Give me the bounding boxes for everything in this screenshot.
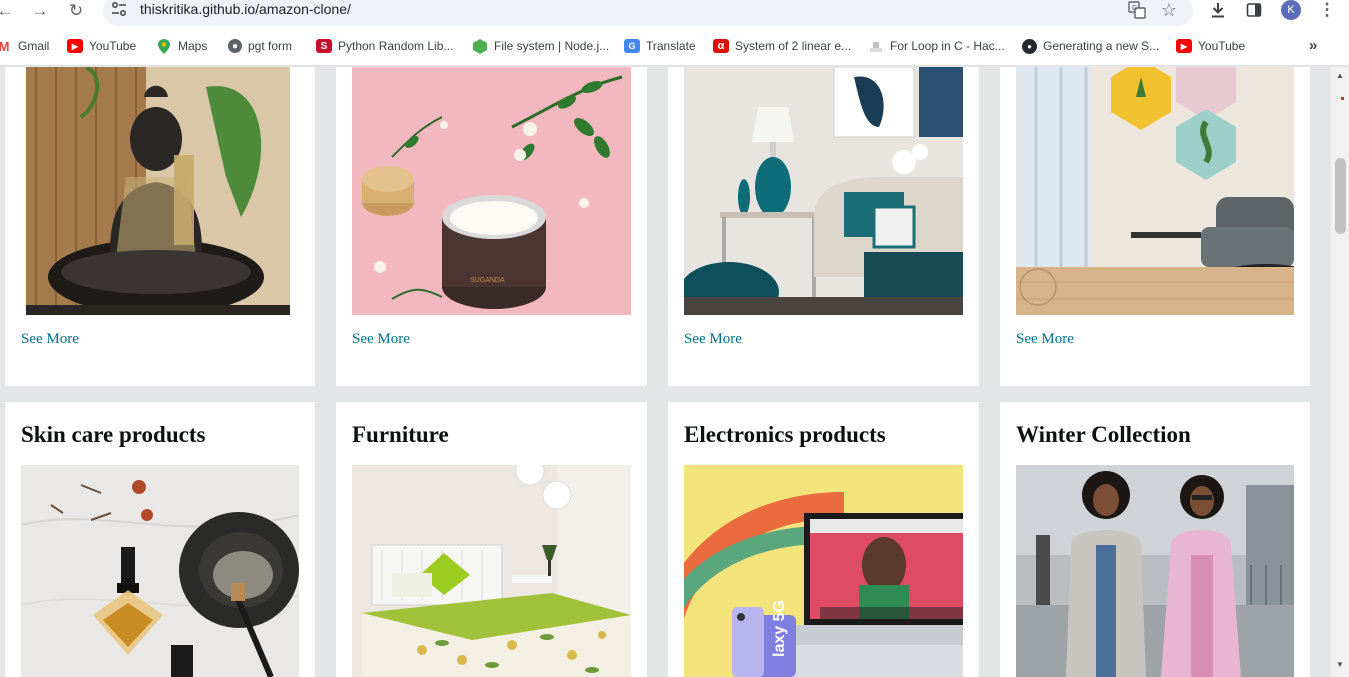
two-women-in-coats-image[interactable] (1016, 465, 1294, 677)
bookmark-maps[interactable]: Maps (156, 38, 207, 54)
bookmark-python-random[interactable]: S Python Random Lib... (316, 38, 453, 54)
maps-icon (156, 38, 172, 54)
translate-page-icon[interactable]: G (1127, 0, 1147, 20)
bookmark-github[interactable]: ● Generating a new S... (1022, 38, 1159, 54)
url-text[interactable]: thiskritika.github.io/amazon-clone/ (140, 1, 351, 17)
translate-icon: G (624, 39, 640, 53)
product-card-3: See More (668, 67, 979, 386)
more-menu-icon[interactable]: ⋮ (1318, 0, 1336, 20)
bookmark-file-system[interactable]: File system | Node.j... (472, 38, 609, 54)
s-logo-icon: S (316, 39, 332, 53)
see-more-link[interactable]: See More (352, 331, 410, 348)
bookmarks-overflow-icon[interactable]: » (1309, 37, 1317, 54)
product-card-2: SUGANDA See More (336, 67, 647, 386)
bookmark-gmail[interactable]: M Gmail (0, 38, 49, 54)
globe-icon: ● (228, 39, 242, 53)
nodejs-icon (472, 38, 488, 54)
bookmark-translate[interactable]: G Translate (624, 38, 696, 54)
bookmark-youtube-2[interactable]: ▶ YouTube (1176, 38, 1245, 54)
living-room-decor-image[interactable] (684, 67, 963, 315)
see-more-link[interactable]: See More (21, 331, 79, 348)
category-card-skin-care: Skin care products (5, 402, 315, 677)
bookmark-linear-equations[interactable]: α System of 2 linear e... (713, 38, 851, 54)
github-icon: ● (1022, 38, 1037, 54)
see-more-link[interactable]: See More (684, 331, 742, 348)
card-title: Skin care products (21, 422, 206, 447)
see-more-link[interactable]: See More (1016, 331, 1074, 348)
scroll-thumb[interactable] (1335, 158, 1346, 234)
youtube-icon: ▶ (1176, 39, 1192, 53)
product-card-1: See More (5, 67, 315, 386)
youtube-icon: ▶ (67, 39, 83, 53)
gmail-icon: M (0, 38, 10, 54)
download-icon[interactable] (1208, 0, 1228, 20)
bed-with-floral-sheet-image[interactable] (352, 465, 631, 677)
category-card-electronics: Electronics products laxy 5G (668, 402, 979, 677)
skincare-oil-bottle-image[interactable] (21, 465, 299, 677)
site-info-icon[interactable] (110, 1, 128, 17)
side-panel-icon[interactable] (1244, 0, 1264, 20)
back-icon[interactable]: ← (0, 0, 16, 20)
scroll-up-arrow[interactable]: ▲ (1335, 71, 1345, 80)
card-title: Furniture (352, 422, 449, 447)
scroll-down-arrow[interactable]: ▼ (1335, 660, 1345, 669)
browser-toolbar: ← → ↻ thiskritika.github.io/amazon-clone… (0, 0, 1349, 30)
card-title: Electronics products (684, 422, 886, 447)
hackerrank-icon (868, 39, 884, 53)
cream-jar-image[interactable]: SUGANDA (352, 67, 631, 315)
category-card-winter-collection: Winter Collection (1000, 402, 1310, 677)
svg-text:SUGANDA: SUGANDA (470, 277, 505, 284)
bookmark-for-loop[interactable]: For Loop in C - Hac... (868, 38, 1005, 54)
product-card-4: See More (1000, 67, 1310, 386)
profile-avatar[interactable]: K (1281, 0, 1301, 20)
scroll-marker (1341, 97, 1344, 100)
bookmarks-bar: M Gmail ▶ YouTube Maps ● pgt form S Pyth… (0, 30, 1349, 66)
hexagon-wall-planters-image[interactable] (1016, 67, 1294, 315)
wolfram-icon: α (713, 39, 729, 53)
bookmark-youtube[interactable]: ▶ YouTube (67, 38, 136, 54)
laptop-and-phone-image[interactable]: laxy 5G (684, 465, 963, 677)
category-card-furniture: Furniture (336, 402, 647, 677)
reload-icon[interactable]: ↻ (65, 0, 87, 20)
svg-text:G: G (1132, 5, 1137, 12)
forward-icon[interactable]: → (29, 0, 51, 20)
svg-text:laxy 5G: laxy 5G (771, 600, 788, 657)
bookmark-star-icon[interactable]: ☆ (1159, 0, 1179, 20)
bookmark-pgt-form[interactable]: ● pgt form (228, 38, 292, 54)
card-title: Winter Collection (1016, 422, 1191, 447)
buddha-statue-image[interactable] (26, 67, 290, 315)
